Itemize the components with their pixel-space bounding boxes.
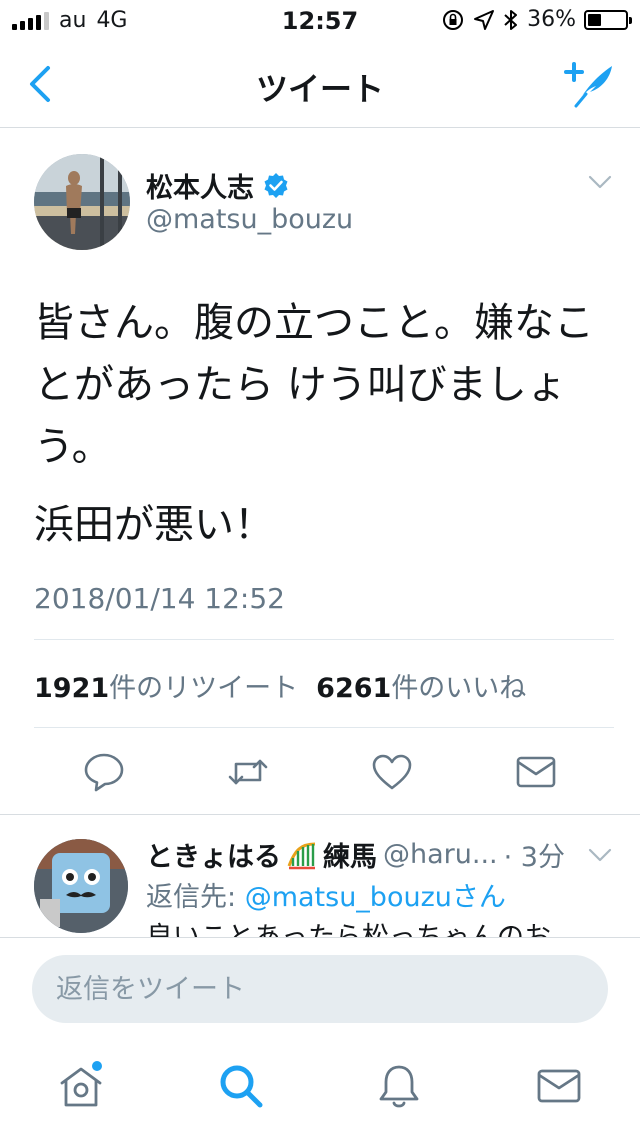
new-content-dot [92,1061,102,1071]
envelope-icon[interactable] [514,750,558,794]
author-avatar[interactable] [34,154,130,250]
search-icon [220,1065,263,1108]
reply-composer [0,937,640,1041]
battery-percent: 36% [527,7,576,32]
page-title: ツイート [255,70,384,108]
avatar-photo [34,839,128,933]
verified-badge-icon [264,172,288,198]
author-handle[interactable]: @matsu_bouzu [146,204,353,235]
nav-bar: ツイート [0,40,640,128]
bluetooth-icon [504,9,518,30]
tweet-text-paragraph: 皆さん。腹の立つこと。嫌なことがあったら けう叫びましょう。 [34,300,594,470]
divider [34,727,614,728]
tweet-stats: 1921件のリツイート 6261件のいいね [34,666,526,705]
reply-author-handle[interactable]: @haru... [383,839,498,870]
reply-avatar[interactable] [34,839,128,933]
reply-author-name-suffix[interactable]: 練馬 [323,835,377,874]
status-bar: au 4G 12:57 36% [0,0,640,40]
like-label: 件のいいね [391,673,527,704]
retweet-count: 1921 [34,673,110,704]
reply-text: 良いことあったら松っちゃんのお [146,915,551,937]
retweet-stat[interactable]: 1921件のリツイート [34,666,298,705]
tab-search[interactable] [216,1061,266,1111]
reply-input[interactable] [32,955,608,1023]
tweet-text: 皆さん。腹の立つこと。嫌なことがあったら けう叫びましょう。 浜田が悪い！ [34,292,624,556]
chevron-down-icon[interactable] [588,847,612,863]
tweet-actions [0,744,640,800]
status-right: 36% [441,7,632,32]
avatar-photo [34,154,130,250]
author-name[interactable]: 松本人志 [146,166,290,205]
chevron-down-icon[interactable] [588,174,612,190]
divider [34,639,614,640]
tweet-text-paragraph: 浜田が悪い！ [34,502,274,548]
envelope-icon [537,1069,581,1103]
reply-author-name[interactable]: ときょはる [146,835,281,874]
tab-bar [0,1041,640,1136]
tweet-timestamp: 2018/01/14 12:52 [34,582,285,615]
location-icon [474,9,495,30]
like-stat[interactable]: 6261件のいいね [316,666,526,705]
author-name-text: 松本人志 [146,173,254,204]
tab-home[interactable] [56,1061,106,1111]
retweet-label: 件のリツイート [109,673,299,704]
battery-icon [584,9,632,30]
reply-item[interactable]: ときょはる 練馬 @haru... · 3分 返信先: @matsu_bouzu… [0,815,640,937]
reply-to-label: 返信先: [146,882,245,913]
battery-level [588,13,601,26]
retweet-icon[interactable] [226,750,270,794]
reply-to-mention[interactable]: @matsu_bouzuさん [245,882,506,913]
reply-to-line: 返信先: @matsu_bouzuさん [146,875,506,914]
like-count: 6261 [316,673,392,704]
reply-header: ときょはる 練馬 @haru... · 3分 [146,835,565,874]
reply-icon[interactable] [82,750,126,794]
bell-icon [379,1065,419,1108]
tab-notifications[interactable] [374,1061,424,1111]
compose-tweet-icon[interactable] [562,56,618,112]
reply-time: · 3分 [503,842,565,873]
orientation-lock-icon [443,9,464,30]
heart-icon[interactable] [370,750,414,794]
tab-messages[interactable] [534,1061,584,1111]
roller-coaster-icon [287,842,316,869]
